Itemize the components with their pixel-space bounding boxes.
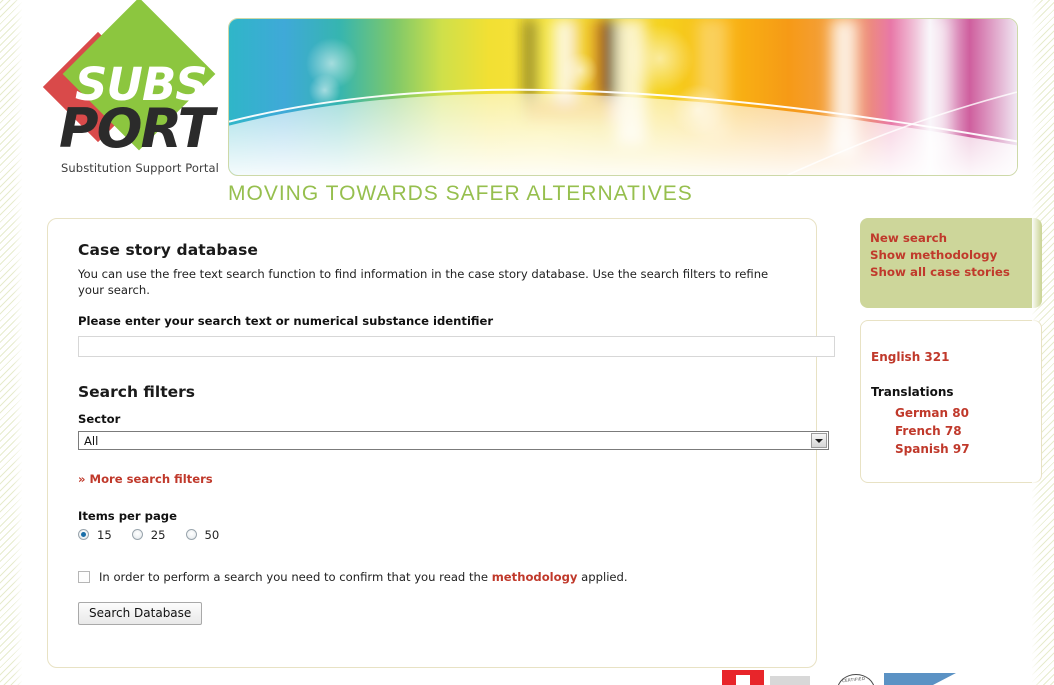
radio-label: 15 [97, 527, 112, 542]
methodology-confirm-text: In order to perform a search you need to… [99, 570, 628, 584]
radio-icon[interactable] [131, 529, 143, 541]
items-per-page-group: 15 25 50 [78, 528, 788, 542]
chevron-down-icon [815, 438, 823, 443]
sidebar-link-show-methodology[interactable]: Show methodology [870, 247, 1042, 264]
main-content-panel: Case story database You can use the free… [47, 218, 835, 668]
sector-label: Sector [78, 411, 121, 426]
sidebar-language-stats: English 321 Translations German 80 Frenc… [860, 320, 1042, 483]
partner-logo-grey [770, 676, 810, 685]
logo-subtitle: Substitution Support Portal [61, 161, 219, 175]
subsport-logo[interactable]: SUBS PORT Substitution Support Portal [37, 0, 237, 175]
radio-label: 50 [204, 527, 220, 542]
footer-partner-logos: CERTIFIED [22, 670, 1032, 685]
radio-label: 25 [150, 527, 166, 542]
more-search-filters-link[interactable]: » More search filters [78, 472, 213, 486]
sidebar-quick-links: New search Show methodology Show all cas… [860, 218, 1042, 308]
methodology-confirm-row: In order to perform a search you need to… [78, 570, 788, 584]
site-header: SUBS PORT Substitution Support Portal MO… [22, 0, 1032, 212]
confirm-text-before: In order to perform a search you need to… [99, 569, 489, 584]
sector-select-value: All [84, 433, 99, 448]
banner-artwork [229, 19, 1017, 175]
search-filters-heading: Search filters [78, 382, 195, 401]
seal-text: CERTIFIED [841, 675, 866, 684]
confirm-text-after: applied. [581, 569, 628, 584]
sector-select[interactable]: All [78, 430, 829, 450]
radio-icon[interactable] [185, 529, 197, 541]
sidebar-link-show-all-case-stories[interactable]: Show all case stories [870, 264, 1042, 281]
header-banner-image [228, 18, 1018, 176]
translations-heading: Translations [871, 385, 954, 399]
page-background: SUBS PORT Substitution Support Portal MO… [0, 0, 1054, 685]
sector-select-button[interactable] [811, 432, 827, 448]
stat-english[interactable]: English 321 [871, 350, 1041, 364]
intro-text: You can use the free text search functio… [78, 267, 769, 297]
sidebar-link-new-search[interactable]: New search [870, 230, 1042, 247]
items-per-page-option-50[interactable]: 50 [185, 527, 220, 542]
partner-logo-seal: CERTIFIED [837, 674, 875, 685]
methodology-link[interactable]: methodology [492, 570, 578, 584]
page-content-area: SUBS PORT Substitution Support Portal MO… [13, 0, 1042, 685]
search-input-label: Please enter your search text or numeric… [78, 314, 494, 329]
items-per-page-option-15[interactable]: 15 [78, 528, 112, 542]
logo-text-port: PORT [59, 97, 214, 160]
stat-french[interactable]: French 78 [895, 423, 1041, 441]
search-database-button[interactable]: Search Database [78, 601, 203, 625]
items-per-page-label: Items per page [78, 508, 177, 523]
methodology-checkbox[interactable] [78, 570, 90, 583]
items-per-page-option-25[interactable]: 25 [131, 527, 166, 542]
radio-icon[interactable] [78, 529, 89, 541]
search-input[interactable] [78, 335, 835, 357]
partner-logo-blue [884, 673, 956, 685]
stat-spanish[interactable]: Spanish 97 [895, 441, 1041, 459]
page-title: Case story database [78, 241, 259, 259]
site-tagline: MOVING TOWARDS SAFER ALTERNATIVES [228, 182, 693, 205]
stat-german[interactable]: German 80 [895, 405, 1041, 423]
partner-logo-red [722, 670, 764, 685]
